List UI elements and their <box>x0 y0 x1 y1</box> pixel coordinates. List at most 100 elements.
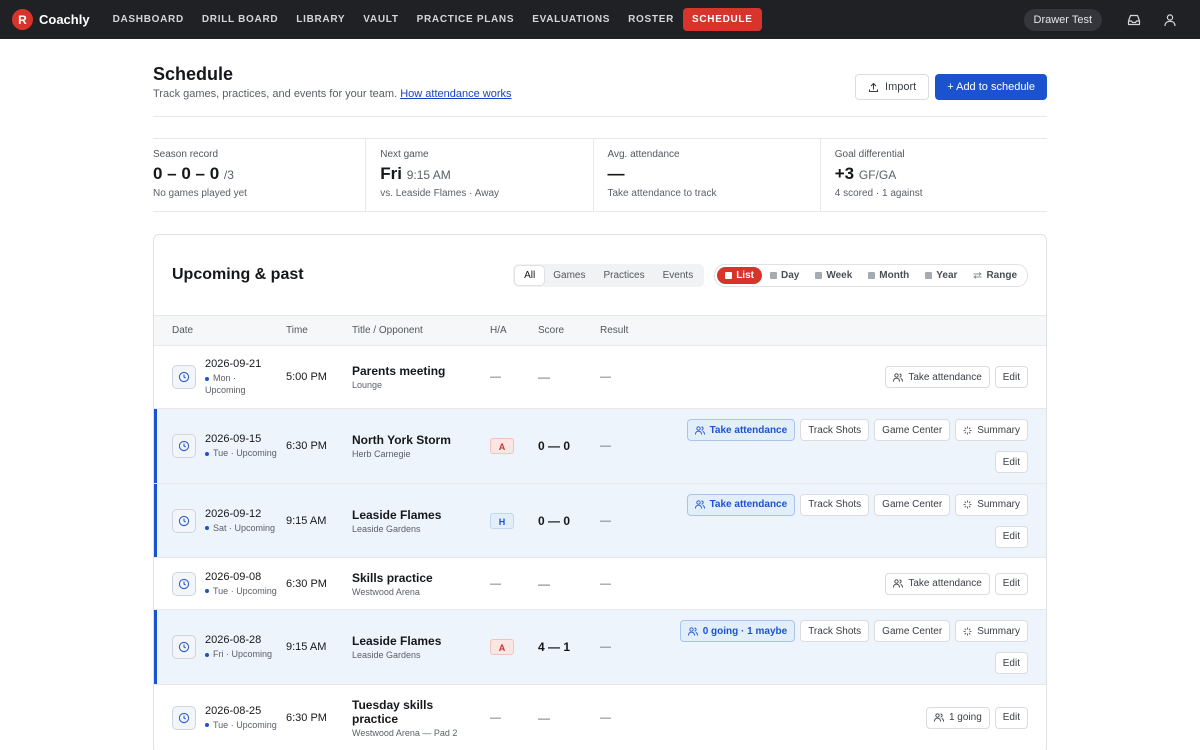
filter-events[interactable]: Events <box>654 266 703 285</box>
nav-item-roster[interactable]: ROSTER <box>619 8 683 31</box>
view-week[interactable]: Week <box>807 267 860 284</box>
row-date-value: 2026-09-08 <box>205 570 262 583</box>
take-attendance-button[interactable]: Take attendance <box>885 366 990 388</box>
brand[interactable]: R Coachly <box>12 9 90 30</box>
col-title[interactable]: Title / Opponent <box>352 325 490 336</box>
row-title-main[interactable]: Leaside Flames <box>352 508 490 522</box>
view-label: Day <box>780 269 800 281</box>
attendance-label: Take attendance <box>908 371 982 383</box>
view-year[interactable]: Year <box>917 267 965 284</box>
filter-games[interactable]: Games <box>544 266 594 285</box>
stat-value-main: Fri <box>380 164 402 183</box>
view-list[interactable]: List <box>717 266 762 284</box>
summary-button[interactable]: Summary <box>955 493 1028 516</box>
stat-value: — <box>608 164 806 184</box>
nav-item-drill-board[interactable]: DRILL BOARD <box>193 8 287 31</box>
game-center-button[interactable]: Game Center <box>874 620 951 642</box>
edit-button[interactable]: Edit <box>994 652 1028 674</box>
row-ha: — <box>490 711 501 724</box>
edit-button[interactable]: Edit <box>994 366 1028 388</box>
range-icon <box>973 271 983 279</box>
row-date-sub: Mon · Upcoming <box>205 372 261 396</box>
col-time[interactable]: Time <box>286 325 352 336</box>
view-month[interactable]: Month <box>860 267 917 284</box>
table-row[interactable]: 2026-08-28 Fri · Upcoming 9:15 AM Leasid… <box>154 610 1046 685</box>
row-ha: A <box>490 438 538 454</box>
stat-foot: vs. Leaside Flames · Away <box>380 188 500 199</box>
row-day: Tue <box>213 719 229 730</box>
home-badge: H <box>490 512 514 529</box>
table-row[interactable]: 2026-09-12 Sat · Upcoming 9:15 AM Leasid… <box>154 484 1046 558</box>
nav-item-evaluations[interactable]: EVALUATIONS <box>523 8 619 31</box>
edit-button[interactable]: Edit <box>994 706 1028 729</box>
user-icon[interactable] <box>1163 13 1177 27</box>
row-title-main[interactable]: Tuesday skills practice <box>352 698 442 726</box>
view-label: Week <box>826 269 853 281</box>
people-icon <box>694 500 705 509</box>
add-to-schedule-button[interactable]: + Add to schedule <box>935 74 1047 100</box>
table-row[interactable]: 2026-09-08 Tue · Upcoming 6:30 PM Skills… <box>154 558 1046 610</box>
attendance-help-link[interactable]: How attendance works <box>400 88 511 100</box>
take-attendance-button[interactable]: Take attendance <box>686 493 796 516</box>
row-date-sub: Tue · Upcoming <box>205 447 277 459</box>
inbox-icon[interactable] <box>1127 13 1141 27</box>
nav-item-library[interactable]: LIBRARY <box>287 8 354 31</box>
row-title-main[interactable]: Leaside Flames <box>352 634 490 648</box>
track-shots-button[interactable]: Track Shots <box>800 620 870 642</box>
game-center-button[interactable]: Game Center <box>874 419 951 441</box>
summary-button[interactable]: Summary <box>955 620 1028 642</box>
nav-item-dashboard[interactable]: DASHBOARD <box>104 8 193 31</box>
edit-button[interactable]: Edit <box>994 451 1028 473</box>
status-dot <box>205 451 209 456</box>
clock-icon <box>172 571 196 596</box>
row-title-main[interactable]: Skills practice <box>352 571 490 585</box>
view-label: List <box>736 269 754 281</box>
col-date[interactable]: Date <box>154 325 286 336</box>
edit-button[interactable]: Edit <box>994 525 1028 548</box>
import-button[interactable]: Import <box>855 74 930 100</box>
people-icon <box>694 425 705 435</box>
stats-row: Season record 0 – 0 – 0 /3 No games play… <box>153 138 1047 212</box>
attendance-status-button[interactable]: 0 going · 1 maybe <box>679 620 796 642</box>
track-shots-button[interactable]: Track Shots <box>800 419 870 441</box>
day-icon <box>769 271 777 279</box>
row-time: 5:00 PM <box>286 371 327 383</box>
row-title-main[interactable]: Parents meeting <box>352 364 490 378</box>
row-time: 6:30 PM <box>286 440 327 452</box>
nav-item-schedule[interactable]: SCHEDULE <box>683 8 762 31</box>
row-time: 9:15 AM <box>286 514 327 527</box>
take-attendance-button[interactable]: Take attendance <box>885 572 990 595</box>
row-status: Upcoming <box>231 649 273 659</box>
user-chip[interactable]: Drawer Test <box>1023 8 1102 31</box>
table-row[interactable]: 2026-08-25 Tue · Upcoming 6:30 PM Tuesda… <box>154 685 1046 750</box>
table-row[interactable]: 2026-09-21 Mon · Upcoming 5:00 PM Parents… <box>154 346 1046 409</box>
col-result[interactable]: Result <box>600 325 660 336</box>
sparkle-icon <box>963 627 972 635</box>
attendance-status-button[interactable]: 1 going <box>925 706 990 729</box>
summary-button[interactable]: Summary <box>955 419 1028 441</box>
edit-button[interactable]: Edit <box>994 572 1028 595</box>
status-dot <box>205 652 209 657</box>
row-title: Skills practice Westwood Arena <box>352 571 490 597</box>
take-attendance-button[interactable]: Take attendance <box>686 419 796 441</box>
view-range[interactable]: Range <box>965 267 1025 284</box>
col-ha[interactable]: H/A <box>490 325 538 336</box>
row-time: 6:30 PM <box>286 711 327 724</box>
col-score[interactable]: Score <box>538 325 600 336</box>
stat-value-suffix: 9:15 AM <box>406 168 451 182</box>
nav-item-practice-plans[interactable]: PRACTICE PLANS <box>408 8 524 31</box>
card-title: Upcoming & past <box>172 266 304 283</box>
table-row[interactable]: 2026-09-15 Tue · Upcoming 6:30 PM North … <box>154 409 1046 484</box>
header-actions: Import + Add to schedule <box>855 74 1047 100</box>
game-center-button[interactable]: Game Center <box>874 493 951 516</box>
stat-avg-attendance: Avg. attendance — Take attendance to tra… <box>592 139 820 211</box>
filter-practices[interactable]: Practices <box>595 266 654 285</box>
row-ha: H <box>490 512 538 529</box>
view-day[interactable]: Day <box>762 267 807 284</box>
track-shots-button[interactable]: Track Shots <box>800 493 870 516</box>
filter-all[interactable]: All <box>515 265 545 285</box>
stat-goal-differential: Goal differential +3 GF/GA 4 scored · 1 … <box>819 139 1047 211</box>
stat-label: Season record <box>153 149 219 160</box>
nav-item-vault[interactable]: VAULT <box>354 8 407 31</box>
row-title-main[interactable]: North York Storm <box>352 433 490 447</box>
